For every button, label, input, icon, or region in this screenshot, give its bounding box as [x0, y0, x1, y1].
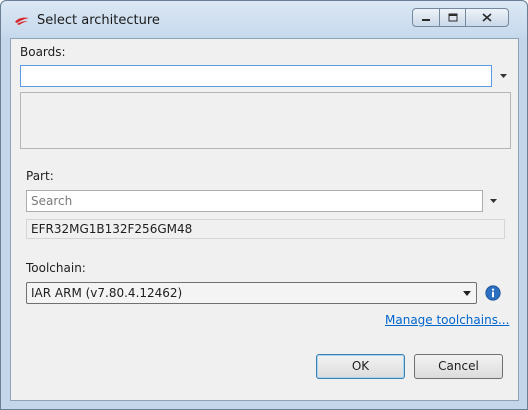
close-button[interactable] [466, 8, 509, 27]
chevron-down-icon [489, 199, 497, 203]
chevron-down-icon [499, 74, 507, 78]
window-title: Select architecture [37, 13, 160, 28]
silicon-labs-logo-icon [15, 17, 29, 25]
title-bar[interactable]: Select architecture [1, 1, 527, 38]
ok-button[interactable]: OK [316, 354, 405, 379]
toolchain-selected-value: IAR ARM (v7.80.4.12462) [31, 286, 183, 300]
part-search-input[interactable] [27, 191, 482, 211]
minimize-icon [422, 18, 430, 21]
boards-label: Boards: [20, 45, 66, 59]
toolchain-label: Toolchain: [26, 261, 86, 275]
select-architecture-dialog: Select architecture Boards: Part: Search… [0, 0, 528, 410]
manage-toolchains-link[interactable]: Manage toolchains... [385, 313, 509, 327]
part-label: Part: [26, 169, 54, 183]
minimize-button[interactable] [412, 8, 440, 27]
info-icon[interactable] [485, 285, 501, 301]
part-search-box[interactable] [26, 190, 483, 212]
boards-list[interactable] [20, 92, 511, 149]
chevron-down-icon [462, 287, 472, 299]
cancel-button[interactable]: Cancel [414, 354, 503, 379]
close-icon [482, 13, 492, 22]
caption-buttons [412, 8, 509, 27]
boards-input[interactable] [21, 66, 491, 86]
part-dropdown-button[interactable] [486, 190, 500, 212]
selected-part[interactable]: EFR32MG1B132F256GM48 [26, 219, 505, 239]
maximize-icon [448, 13, 457, 22]
toolchain-select[interactable]: IAR ARM (v7.80.4.12462) [26, 282, 477, 304]
boards-dropdown-button[interactable] [496, 65, 510, 87]
dialog-content: Boards: Part: EFR32MG1B132F256GM48 Toolc… [10, 38, 519, 401]
boards-combo-input[interactable] [20, 65, 492, 87]
maximize-button[interactable] [440, 8, 466, 27]
